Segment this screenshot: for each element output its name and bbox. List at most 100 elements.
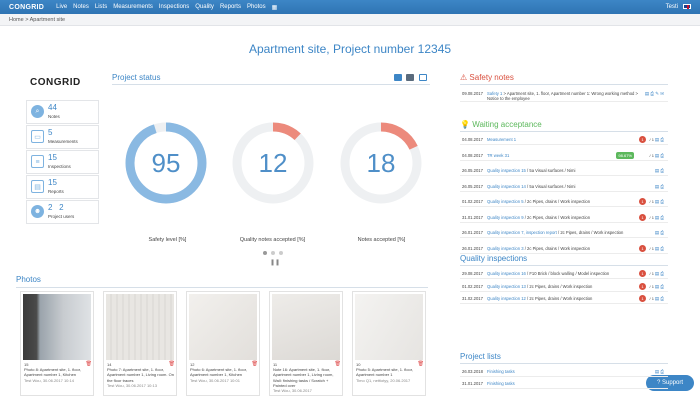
row-link[interactable]: Quality inspection 12: [487, 296, 526, 301]
photo-card[interactable]: 11 🗑 Note 16: Apartment site, 1. floor, …: [269, 291, 343, 396]
photo-caption[interactable]: Photo 7: Apartment site, 1. floor, Apart…: [107, 367, 174, 382]
nav-notes[interactable]: Notes: [73, 4, 89, 11]
row-link[interactable]: Quality inspection 16: [487, 271, 526, 276]
breadcrumb[interactable]: Home > Apartment site: [0, 14, 700, 26]
row-action-icons[interactable]: ▤ ⎙: [655, 246, 664, 252]
photo-card[interactable]: 12 🗑 Photo 6: Apartment site, 1. floor, …: [186, 291, 260, 396]
nav-lists[interactable]: Lists: [95, 4, 107, 11]
row-date: 29.08.2017: [462, 271, 483, 276]
language-flag-icon[interactable]: [683, 4, 691, 9]
list-item[interactable]: 01.02.2017 Quality inspection 13 / 2c Pip…: [460, 281, 668, 292]
row-link[interactable]: Quality inspection 3: [487, 246, 524, 251]
nav-measurements[interactable]: Measurements: [113, 4, 153, 11]
row-link[interactable]: Quality inspection 9: [487, 215, 524, 220]
row-text: / 2c Pipes, drains / Work inspection: [523, 199, 591, 204]
carousel-dots[interactable]: [263, 251, 287, 255]
list-item[interactable]: 04.08.2017 Measurement 1 1/ 1 ▤ ⎙: [460, 134, 668, 145]
photo-caption[interactable]: Photo 6: Apartment site, 1. floor, Apart…: [190, 367, 247, 377]
print-icon[interactable]: [406, 74, 414, 81]
row-link[interactable]: TR week 31: [487, 153, 509, 158]
nav-photos[interactable]: Photos: [247, 4, 266, 11]
photo-caption[interactable]: Photo 5: Apartment site, 1. floor, Apart…: [356, 367, 413, 377]
row-count: / 1: [649, 152, 654, 158]
row-text: / 5a Visual surfaces / Nimi: [525, 183, 576, 189]
gauge-value: 12: [259, 148, 288, 178]
row-action-icons[interactable]: ▤ ⎙: [655, 381, 664, 387]
list-item[interactable]: 04.08.2017 TR week 31 98.67% / 1 ▤ ⎙: [460, 150, 668, 161]
list-item[interactable]: 29.08.2017 Quality inspection 16 / F10 Br…: [460, 268, 668, 279]
trash-icon[interactable]: 🗑: [169, 361, 175, 367]
list-item[interactable]: 01.02.2017 Quality inspection 5 / 2c Pipe…: [460, 196, 668, 207]
nav-inspections[interactable]: Inspections: [159, 4, 189, 11]
list-item[interactable]: 31.02.2017 Quality inspection 12 / 2c Pip…: [460, 293, 668, 304]
trash-icon[interactable]: 🗑: [335, 361, 341, 367]
photo-caption[interactable]: Note 16: Apartment site, 1. floor, Apart…: [273, 367, 333, 388]
app-logo[interactable]: CONGRID: [9, 4, 44, 11]
trash-icon[interactable]: 🗑: [252, 361, 258, 367]
row-action-icons[interactable]: ▤ ⎙: [655, 137, 664, 143]
section-divider: [460, 265, 668, 266]
list-item[interactable]: 26.01.2017 Quality inspection 7, inspecti…: [460, 227, 668, 238]
safety-note-row[interactable]: 09.08.2017 Safety 1 > Apartment site, 1.…: [460, 88, 668, 102]
row-text: / 2c Pipes, drains / Work inspection: [525, 296, 593, 301]
row-action-icons[interactable]: ▤ ⎙: [655, 199, 664, 205]
row-action-icons[interactable]: ▤ ⎙: [655, 369, 664, 375]
nav-live[interactable]: Live: [56, 4, 67, 11]
photo-card[interactable]: 10 🗑 Photo 5: Apartment site, 1. floor, …: [352, 291, 426, 396]
trash-icon[interactable]: 🗑: [86, 361, 92, 367]
row-action-icons[interactable]: ▤ ⎙: [655, 184, 664, 190]
carousel-dot[interactable]: [279, 251, 283, 255]
row-link[interactable]: Finishing tasks: [487, 369, 515, 374]
user-menu[interactable]: Testi: [666, 4, 678, 10]
section-divider: [460, 131, 668, 132]
row-action-icons[interactable]: ▤ ⎙: [655, 284, 664, 290]
list-item[interactable]: 26.01.2017 Quality inspection 3 / 2c Pipe…: [460, 243, 668, 254]
status-badge: 1: [639, 244, 646, 252]
safety-notes-title: ⚠ Safety notes: [460, 73, 514, 82]
list-item[interactable]: 31.01.2017 Quality inspection 9 / 2c Pipe…: [460, 212, 668, 223]
row-action-icons[interactable]: ▤ ⎙: [655, 296, 664, 302]
list-item[interactable]: 31.01.2017 Finishing tasks ▤ ⎙: [460, 378, 668, 389]
row-link[interactable]: Quality inspection 15: [487, 168, 526, 173]
photo-thumbnail[interactable]: [355, 294, 423, 360]
row-date: 09.08.2017: [462, 91, 483, 96]
row-action-icons[interactable]: ▤ ⎙: [655, 168, 664, 174]
image-icon[interactable]: [419, 74, 427, 81]
nav-quality[interactable]: Quality: [195, 4, 214, 11]
email-icon[interactable]: [394, 74, 402, 81]
photo-thumbnail[interactable]: [106, 294, 174, 360]
list-item[interactable]: 26.05.2017 Quality inspection 14 / 5a Vis…: [460, 181, 668, 192]
carousel-dot[interactable]: [263, 251, 267, 255]
photo-meta: 11 🗑 Note 16: Apartment site, 1. floor, …: [273, 361, 341, 393]
nav-reports[interactable]: Reports: [220, 4, 241, 11]
row-date: 26.01.2017: [462, 230, 483, 235]
row-link[interactable]: Quality inspection 13: [487, 284, 526, 289]
photo-thumbnail[interactable]: [189, 294, 257, 360]
row-link[interactable]: Quality inspection 7, inspection report: [487, 230, 557, 235]
photo-card[interactable]: 14 🗑 Photo 7: Apartment site, 1. floor, …: [103, 291, 177, 396]
row-link[interactable]: Measurement 1: [487, 137, 516, 142]
photo-thumbnail[interactable]: [23, 294, 91, 360]
row-action-icons[interactable]: ▤ ⎙: [655, 271, 664, 277]
photo-caption[interactable]: Photo 8: Apartment site, 1. floor, Apart…: [24, 367, 81, 377]
row-link[interactable]: Finishing tasks: [487, 381, 515, 386]
row-action-icons[interactable]: ▤ ⎙: [655, 215, 664, 221]
list-item[interactable]: 26.05.2017 Quality inspection 15 / 5a Vis…: [460, 165, 668, 176]
list-item[interactable]: 26.03.2018 Finishing tasks ▤ ⎙: [460, 366, 668, 377]
waiting-acceptance-title: 💡 Waiting acceptance: [460, 120, 542, 129]
status-badge: 1: [639, 270, 646, 277]
congrid-logo: CONGRID: [30, 77, 81, 88]
row-action-icons[interactable]: ▤ ⎙: [655, 153, 664, 159]
pause-icon[interactable]: ❚❚: [270, 259, 280, 266]
trash-icon[interactable]: 🗑: [418, 361, 424, 367]
row-date: 04.08.2017: [462, 137, 483, 142]
row-action-icons[interactable]: ▤ ⎙: [655, 230, 664, 236]
photo-thumbnail[interactable]: [272, 294, 340, 360]
photo-card[interactable]: 15 🗑 Photo 8: Apartment site, 1. floor, …: [20, 291, 94, 396]
nav-grid-icon[interactable]: ▦: [272, 4, 278, 11]
row-link[interactable]: Quality inspection 14: [487, 184, 526, 189]
row-date: 31.01.2017: [462, 380, 483, 386]
row-action-icons[interactable]: ▤ ⎙ ✎ ✉: [645, 91, 664, 97]
row-link[interactable]: Quality inspection 5: [487, 199, 524, 204]
carousel-dot[interactable]: [271, 251, 275, 255]
